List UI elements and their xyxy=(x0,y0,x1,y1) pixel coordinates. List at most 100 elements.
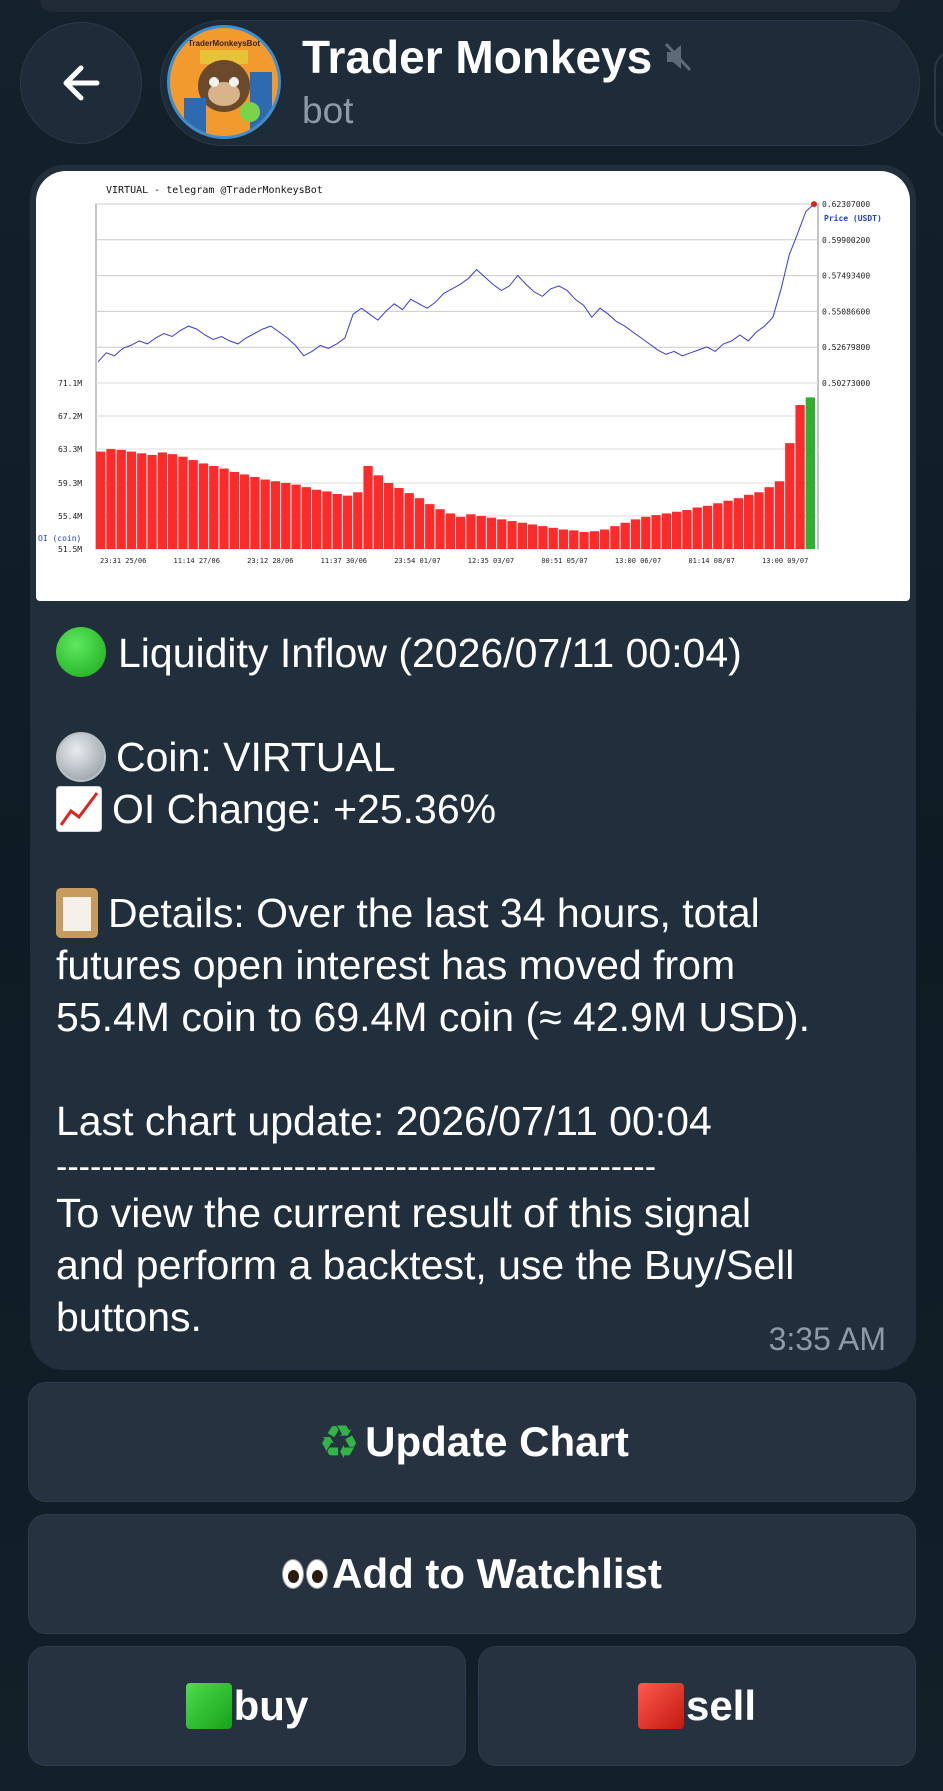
cta-text-1: To view the current result of this signa… xyxy=(56,1190,752,1236)
oi-bar xyxy=(507,521,517,549)
chart-increasing-icon xyxy=(56,786,102,832)
inflow-text: Liquidity Inflow (2026/07/11 00:04) xyxy=(118,630,742,676)
message-time: 3:35 AM xyxy=(768,1321,886,1357)
message-text: Liquidity Inflow (2026/07/11 00:04) Coin… xyxy=(56,627,906,1343)
chart-image[interactable]: VIRTUAL - telegram @TraderMonkeysBot 0.62… xyxy=(36,171,910,601)
oi-bar xyxy=(209,466,219,549)
oi-bar xyxy=(404,493,414,549)
back-button[interactable] xyxy=(20,22,142,144)
oi-bar xyxy=(672,511,682,549)
green-circle-icon xyxy=(56,627,108,679)
chat-subtitle: bot xyxy=(302,90,354,131)
oi-bar xyxy=(126,451,137,549)
oi-bar xyxy=(353,492,363,549)
chat-title: Trader Monkeys xyxy=(302,30,692,84)
oi-bar xyxy=(805,397,815,549)
oi-bar xyxy=(229,471,239,549)
price-tick-label: 0.52679800 xyxy=(822,343,870,352)
x-tick-label: 11:37 30/06 xyxy=(321,557,367,565)
oi-bar xyxy=(157,452,167,549)
oi-bar xyxy=(476,515,486,549)
oi-tick-label: 63.3M xyxy=(58,445,82,454)
oi-axis-label: OI (coin) xyxy=(38,534,81,543)
coin-text: Coin: VIRTUAL xyxy=(116,734,396,780)
oi-tick-label: 55.4M xyxy=(58,512,82,521)
avatar-caption: TraderMonkeysBot xyxy=(188,39,260,48)
price-tick-label: 0.62307000 xyxy=(822,200,870,209)
oi-bar xyxy=(754,492,764,549)
oi-bar xyxy=(373,475,383,549)
eyes-icon xyxy=(282,1559,329,1589)
price-tick-label: 0.57493400 xyxy=(822,272,870,281)
price-axis-label: Price (USDT) xyxy=(824,213,882,223)
oi-bar xyxy=(168,454,178,549)
oi-bar xyxy=(260,479,270,549)
message-line-coin: Coin: VIRTUAL xyxy=(56,731,906,783)
x-tick-label: 23:12 28/06 xyxy=(247,557,293,565)
muted-speaker-icon xyxy=(665,42,692,72)
oi-bar xyxy=(558,529,569,549)
sell-button[interactable]: sell xyxy=(478,1646,916,1766)
price-line xyxy=(97,203,815,363)
details-text-2: futures open interest has moved from xyxy=(56,942,736,988)
oi-bar xyxy=(270,481,281,549)
oi-bar xyxy=(394,488,404,549)
oi-bar xyxy=(528,524,538,549)
oi-bar xyxy=(630,519,641,549)
message-line-oi: OI Change: +25.36% xyxy=(56,783,906,835)
update-chart-label: Update Chart xyxy=(365,1418,629,1465)
clipboard-icon xyxy=(56,888,98,938)
oi-bar xyxy=(363,466,373,549)
oi-bar xyxy=(281,482,291,549)
x-tick-label: 13:00 09/07 xyxy=(762,557,808,565)
oi-bar xyxy=(116,449,126,549)
oi-bar xyxy=(744,494,754,549)
oi-bar xyxy=(702,505,713,549)
oi-bar xyxy=(774,481,785,549)
oi-bar xyxy=(178,456,188,549)
oi-bar xyxy=(332,493,342,549)
price-tick-label: 0.50273000 xyxy=(822,379,870,388)
oi-bar xyxy=(240,474,250,549)
oi-bar xyxy=(579,532,589,549)
update-chart-button[interactable]: ♻ Update Chart xyxy=(28,1382,916,1502)
oi-tick-label: 71.1M xyxy=(58,379,82,388)
oi-bar xyxy=(219,468,229,549)
last-price-marker xyxy=(811,201,817,208)
oi-tick-label: 59.3M xyxy=(58,479,82,488)
oi-bar xyxy=(322,491,332,549)
price-tick-label: 0.59900200 xyxy=(822,236,870,245)
add-watchlist-button[interactable]: Add to Watchlist xyxy=(28,1514,916,1634)
bot-avatar[interactable]: TraderMonkeysBot xyxy=(167,25,281,139)
oi-bar xyxy=(301,487,311,549)
add-watchlist-label: Add to Watchlist xyxy=(332,1550,662,1597)
divider-line: ----------------------------------------… xyxy=(56,1148,657,1186)
oi-bar xyxy=(764,487,774,549)
oi-bar xyxy=(425,504,435,549)
oi-bar xyxy=(445,513,455,549)
oi-bar xyxy=(733,498,743,549)
x-tick-label: 13:00 06/07 xyxy=(615,557,661,565)
buy-button[interactable]: buy xyxy=(28,1646,466,1766)
oi-bar xyxy=(651,515,661,549)
chart-title: VIRTUAL - telegram @TraderMonkeysBot xyxy=(106,185,323,196)
oi-bar xyxy=(466,514,476,549)
oi-bar xyxy=(147,454,157,549)
chat-title-text: Trader Monkeys xyxy=(302,31,653,83)
oi-bar xyxy=(106,449,116,549)
message-line-inflow: Liquidity Inflow (2026/07/11 00:04) xyxy=(56,627,906,679)
x-tick-label: 12:35 03/07 xyxy=(468,557,514,565)
oi-bar xyxy=(713,503,723,549)
message-bubble: VIRTUAL - telegram @TraderMonkeysBot 0.62… xyxy=(30,165,916,1370)
oi-tick-label: 67.2M xyxy=(58,412,82,421)
sell-label: sell xyxy=(685,1682,757,1729)
details-text-1: Details: Over the last 34 hours, total xyxy=(108,890,760,936)
oi-bar xyxy=(569,530,579,549)
details-text-3: 55.4M coin to 69.4M coin (≈ 42.9M USD). xyxy=(56,994,810,1040)
header-action-edge[interactable] xyxy=(934,50,943,140)
x-tick-label: 11:14 27/06 xyxy=(174,557,220,565)
oi-bar xyxy=(795,405,805,549)
oi-change-text: OI Change: +25.36% xyxy=(112,786,497,832)
oi-bar xyxy=(538,526,548,549)
red-square-icon xyxy=(637,1683,684,1729)
